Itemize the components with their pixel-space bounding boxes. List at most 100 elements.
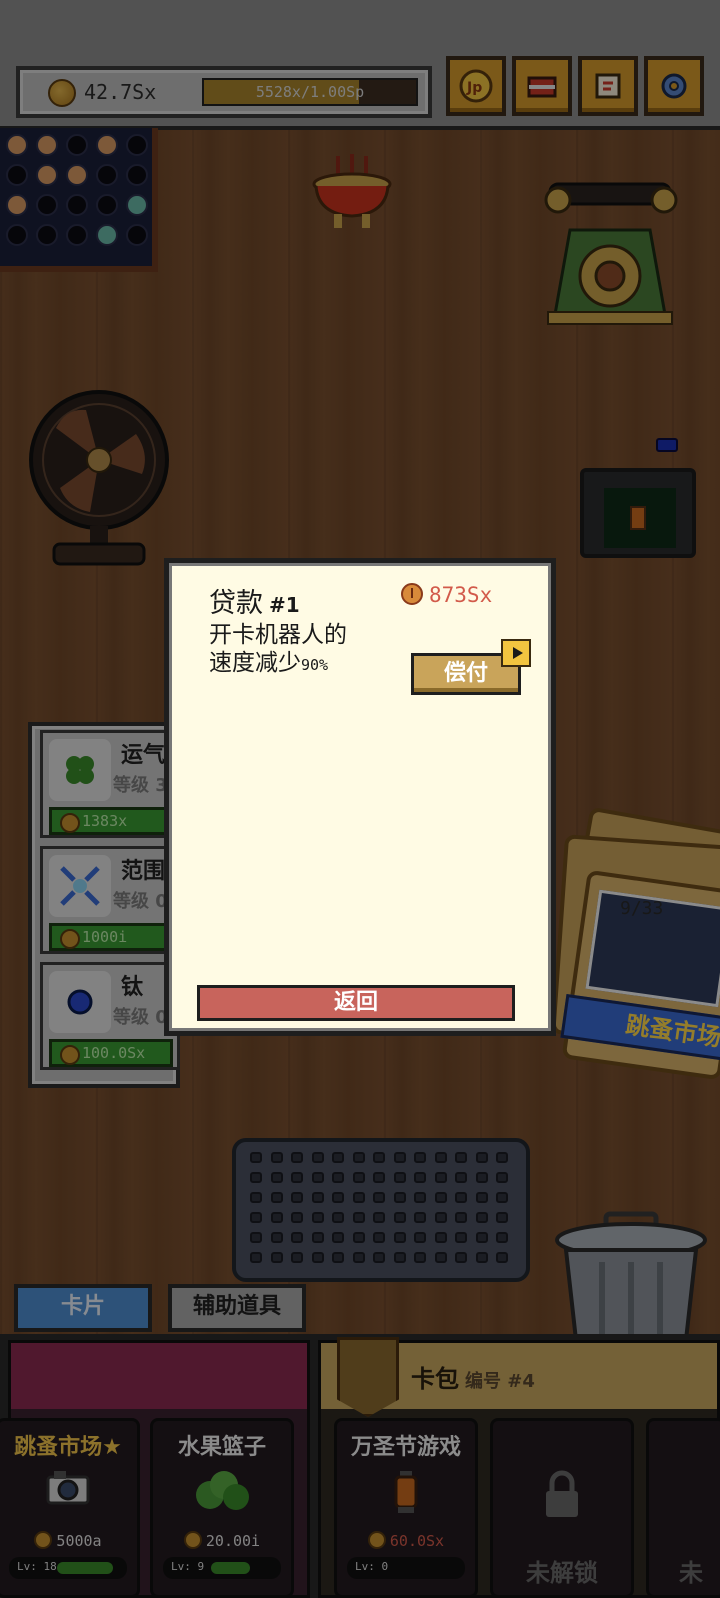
jp-button[interactable]: Jp [446, 56, 506, 116]
loan-desc-line2: 速度减少 [209, 650, 301, 676]
pack-slot-title: 万圣节游戏 [350, 1435, 461, 1460]
pack-slot-level-fill [211, 1562, 250, 1574]
top-bar: 42.7Sx 5528x/1.00Sp Jp [0, 0, 720, 130]
keypad-key [332, 1252, 344, 1263]
upgrade-buy-button[interactable]: 1383x [49, 807, 173, 835]
keypad-key [475, 1172, 488, 1183]
pack-slot-level-bar: Lv: 18 [9, 1557, 127, 1579]
keypad-key [352, 1192, 365, 1203]
settings-button[interactable] [644, 56, 704, 116]
coin-balance: 42.7Sx [84, 80, 157, 104]
keypad-key [496, 1192, 508, 1203]
lantern-display[interactable] [580, 468, 696, 558]
keypad-key [270, 1152, 283, 1163]
bush-icon [196, 1471, 249, 1510]
card-stack-count: 9/33 [620, 898, 664, 919]
timer-coin-icon [401, 583, 423, 605]
back-button[interactable]: 返回 [197, 985, 515, 1021]
keypad-key [455, 1212, 467, 1223]
keypad-key [455, 1152, 467, 1163]
keypad-key [311, 1152, 324, 1163]
loan-cost: 873Sx [401, 583, 492, 607]
keypad-key [455, 1172, 467, 1183]
lock-icon [546, 1470, 578, 1517]
keypad-key [475, 1252, 488, 1263]
keypad-key [311, 1232, 324, 1243]
keypad-key [250, 1212, 262, 1223]
upgrade-buy-button[interactable]: 1000i [49, 923, 173, 951]
keypad-key [496, 1252, 508, 1263]
pack-slot-fruit-basket[interactable]: 水果篮子 20.00i Lv: 9 [150, 1418, 294, 1598]
keypad-key [393, 1172, 406, 1183]
keypad-key [393, 1232, 406, 1243]
keypad-key [373, 1212, 385, 1223]
upgrade-titanium[interactable]: 钛 等级 0 100.0Sx [40, 962, 180, 1070]
keypad-key [332, 1192, 344, 1203]
keypad-key [414, 1172, 426, 1183]
button-board[interactable] [0, 128, 158, 272]
keypad-key [291, 1252, 303, 1263]
incense-burner[interactable] [308, 152, 396, 232]
keypad-key [311, 1212, 324, 1223]
coin-icon [48, 79, 76, 107]
keypad-key [475, 1152, 488, 1163]
keypad-key [352, 1172, 365, 1183]
pack-slot-level: Lv: 0 [355, 1560, 389, 1573]
keypad-key [496, 1212, 508, 1223]
loan-desc-pct: 90% [301, 656, 329, 674]
electric-fan[interactable] [26, 388, 172, 568]
upgrade-range[interactable]: 范围 等级 0 1000i [40, 846, 180, 954]
upgrade-level: 等级 0 [113, 891, 168, 912]
keypad-key [434, 1172, 447, 1183]
goal-progress-text: 5528x/1.00Sp [255, 83, 365, 101]
keypad-key [250, 1192, 262, 1203]
pack-slot-halloween[interactable]: 万圣节游戏 60.0Sx Lv: 0 [334, 1418, 478, 1598]
keypad-key [311, 1252, 324, 1263]
keypad-key [291, 1152, 303, 1163]
pack-slot-title: 水果篮子 [177, 1435, 266, 1460]
upgrade-luck[interactable]: 运气 等级 3 1383x [40, 730, 180, 838]
loan-title-text: 贷款 [209, 588, 263, 619]
pack-slot-locked[interactable]: 未解锁 [490, 1418, 634, 1598]
keypad-key [311, 1172, 324, 1183]
tab-cards[interactable]: 卡片 [14, 1284, 152, 1332]
shop-button[interactable] [512, 56, 572, 116]
keypad-key [332, 1232, 344, 1243]
keypad-key [434, 1252, 447, 1263]
pack-slot-price: 20.00i [153, 1531, 291, 1550]
keypad-key [455, 1252, 467, 1263]
upgrade-buy-button[interactable]: 100.0Sx [49, 1039, 173, 1067]
upgrade-level: 等级 3 [113, 775, 168, 796]
keypad-mat[interactable] [232, 1138, 530, 1282]
blue-gem[interactable] [656, 438, 678, 452]
pack-slot-locked-2[interactable]: 未 [646, 1418, 720, 1598]
keypad-key [393, 1152, 406, 1163]
keypad-key [393, 1192, 406, 1203]
keypad-key [434, 1212, 447, 1223]
keypad-key [475, 1232, 488, 1243]
keypad-key [291, 1212, 303, 1223]
svg-text:Jp: Jp [466, 80, 482, 96]
tab-tools[interactable]: 辅助道具 [168, 1284, 306, 1332]
pack-slot-price: 5000a [0, 1531, 137, 1550]
scroll-icon [595, 73, 621, 99]
keypad-key [270, 1192, 283, 1203]
rotary-phone[interactable] [540, 180, 680, 328]
video-ad-icon [501, 639, 531, 667]
keypad-key [393, 1212, 406, 1223]
scroll-button[interactable] [578, 56, 638, 116]
keypad-key [352, 1152, 365, 1163]
chest-icon [527, 76, 557, 98]
pack-number: 编号 #4 [465, 1371, 535, 1392]
pack-slot-flea-market[interactable]: 跳蚤市场★ 5000a Lv: 18 [0, 1418, 140, 1598]
keypad-key [496, 1232, 508, 1243]
loan-desc-line1: 开卡机器人的 [209, 622, 347, 648]
keypad-key [270, 1212, 283, 1223]
keypad-key [250, 1172, 262, 1183]
loan-title: 贷款 #1 [209, 581, 300, 620]
keypad-key [455, 1232, 467, 1243]
loan-description: 开卡机器人的 速度减少90% [209, 621, 409, 679]
keypad-key [291, 1232, 303, 1243]
keypad-key [496, 1152, 508, 1163]
trash-can[interactable] [552, 1210, 710, 1340]
